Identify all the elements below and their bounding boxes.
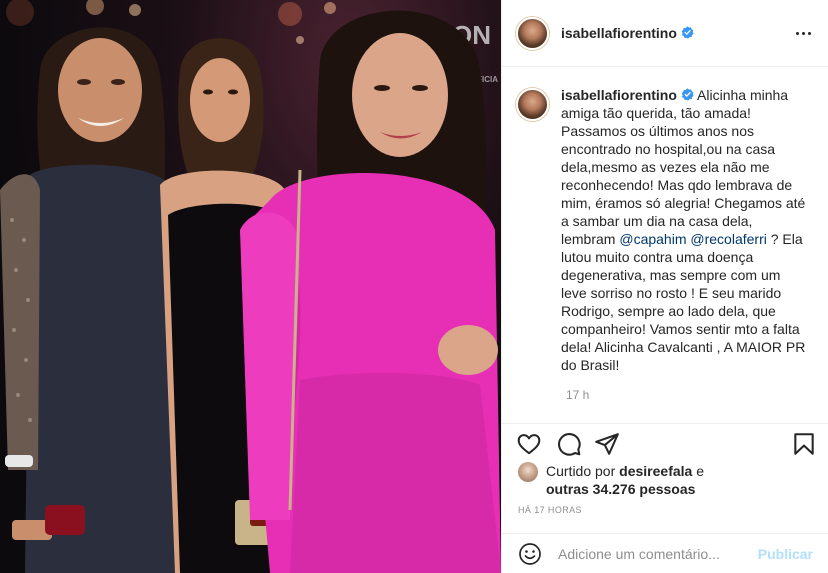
caption-part1: Alicinha minha amiga tão querida, tão am…: [561, 87, 806, 247]
add-comment-bar: Publicar: [502, 533, 828, 573]
likes-count-link[interactable]: outras 34.276 pessoas: [546, 481, 695, 497]
comment-icon[interactable]: [556, 431, 582, 457]
bookmark-icon[interactable]: [791, 431, 817, 457]
likes-summary: Curtido por desireefala e outras 34.276 …: [518, 462, 704, 498]
mention-link[interactable]: @capahim: [619, 231, 686, 247]
author-avatar[interactable]: [516, 16, 549, 50]
caption-part2: ? Ela lutou muito contra uma doença dege…: [561, 231, 806, 373]
comments-area: isabellafiorentino Alicinha minha amiga …: [502, 68, 828, 423]
caption-avatar[interactable]: [516, 88, 549, 121]
caption: isabellafiorentino Alicinha minha amiga …: [516, 86, 813, 374]
caption-text: isabellafiorentino Alicinha minha amiga …: [561, 86, 809, 374]
post-side-panel: isabellafiorentino isabellafiorentino Al…: [501, 0, 828, 573]
heart-icon[interactable]: [516, 431, 542, 457]
likes-prefix: Curtido por: [546, 463, 620, 479]
instagram-post: ON OFFICIA isabellafiorentino isabellafi…: [0, 0, 828, 573]
caption-username[interactable]: isabellafiorentino: [561, 87, 694, 103]
likes-middle: e: [692, 463, 705, 479]
liker-avatar[interactable]: [518, 462, 538, 482]
more-options-icon[interactable]: [793, 23, 813, 43]
post-photo[interactable]: ON OFFICIA: [0, 0, 501, 573]
caption-time[interactable]: 17 h: [566, 388, 813, 402]
mention-link[interactable]: @recolaferri: [690, 231, 766, 247]
verified-badge-icon: [681, 26, 694, 39]
post-header: isabellafiorentino: [502, 0, 828, 67]
share-icon[interactable]: [594, 431, 620, 457]
emoji-icon[interactable]: [518, 542, 542, 566]
post-timestamp[interactable]: HÁ 17 HORAS: [518, 505, 582, 515]
action-bar: [502, 423, 828, 463]
publish-button[interactable]: Publicar: [758, 546, 813, 562]
photo-illustration: ON OFFICIA: [0, 0, 501, 573]
author-username[interactable]: isabellafiorentino: [561, 25, 694, 41]
liker-username[interactable]: desireefala: [619, 463, 692, 479]
comment-input[interactable]: [558, 545, 748, 562]
likes-text: Curtido por desireefala e outras 34.276 …: [546, 462, 704, 498]
verified-badge-icon: [681, 88, 694, 101]
